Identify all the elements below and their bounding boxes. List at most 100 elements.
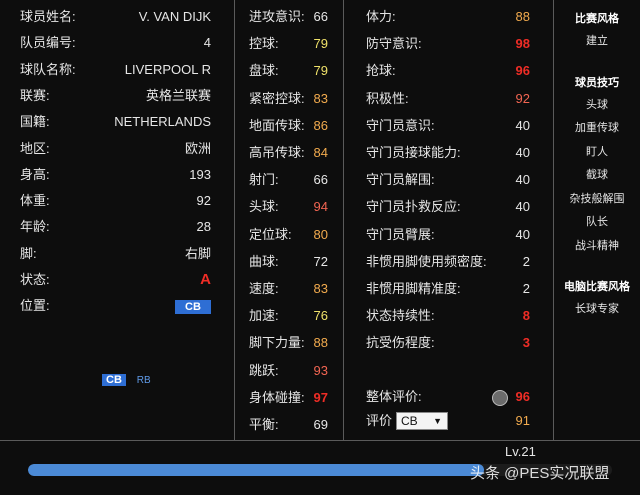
stat-label: 地面传球:	[249, 117, 305, 133]
stat-label: 抢球:	[366, 63, 396, 79]
stat-label: 紧密控球:	[249, 90, 305, 106]
stat-label: 体力:	[366, 9, 396, 24]
stat-value: 8	[522, 308, 530, 324]
profile-value: A	[200, 271, 211, 288]
profile-label: 球队名称:	[20, 61, 76, 77]
stat-value: 40	[515, 199, 530, 215]
stat-row: 守门员解围: 40	[366, 167, 530, 193]
sidebar-skill-item: 加重传球	[575, 122, 619, 134]
stat-value: 66	[313, 9, 328, 24]
stat-row: 盘球: 79	[249, 58, 328, 84]
profile-label: 位置:	[20, 298, 50, 314]
stat-label: 曲球:	[249, 253, 279, 269]
stat-label: 守门员臂展:	[366, 226, 435, 242]
stat-row: 非惯用脚使用频密度: 2	[366, 249, 530, 275]
stat-label: 积极性:	[366, 90, 409, 106]
stat-label: 盘球:	[249, 63, 279, 79]
profile-value: 右脚	[184, 245, 211, 261]
profile-row: 身高: 193	[20, 162, 211, 188]
stat-row: 进攻意识: 66	[249, 4, 328, 30]
stat-label: 防守意识:	[366, 36, 422, 52]
stat-value: 84	[313, 145, 328, 160]
sidebar-skill-item: 杂技般解围	[569, 192, 625, 205]
profile-label: 球员姓名:	[20, 9, 76, 24]
stat-value: 2	[522, 253, 530, 269]
stat-row: 射门: 66	[249, 167, 328, 193]
profile-label: 身高:	[20, 166, 50, 182]
stat-label: 加速:	[249, 308, 279, 324]
stat-label: 跳跃:	[249, 362, 279, 378]
profile-row: 国籍: NETHERLANDS	[20, 109, 211, 135]
stat-row: 速度: 83	[249, 276, 328, 302]
medal-icon	[492, 390, 508, 406]
stat-label: 高吊传球:	[249, 145, 305, 160]
overall-row: 整体评价: 96	[366, 384, 530, 410]
profile-value: 4	[203, 35, 211, 51]
position-minimap: CB RB	[102, 374, 151, 388]
stat-label: 射门:	[249, 172, 279, 188]
stat-value: 40	[515, 172, 530, 188]
stat-value: 98	[515, 36, 530, 52]
profile-value: 28	[196, 219, 211, 235]
stat-label: 进攻意识:	[249, 9, 305, 24]
rating-row: 评价 CB ▼ 91	[366, 408, 530, 434]
stat-label: 守门员接球能力:	[366, 145, 461, 160]
profile-value: 193	[189, 166, 211, 182]
profile-row: 队员编号: 4	[20, 30, 211, 56]
stat-row: 体力: 88	[366, 4, 530, 30]
overall-label: 整体评价:	[366, 389, 422, 404]
sidebar-skill-item: 截球	[586, 169, 608, 181]
position-select[interactable]: CB ▼	[396, 412, 448, 430]
stat-value: 40	[515, 226, 530, 242]
stat-row: 守门员接球能力: 40	[366, 140, 530, 166]
stat-row: 守门员意识: 40	[366, 113, 530, 139]
minimap-primary-position: CB	[102, 374, 126, 386]
sidebar-skill-item: 盯人	[586, 145, 608, 158]
stat-value: 40	[515, 117, 530, 133]
rating-value: 91	[515, 413, 530, 428]
sidebar-skill-item: 建立	[586, 35, 608, 47]
stat-value: 88	[313, 335, 328, 351]
stat-value: 96	[515, 63, 530, 79]
stat-value: 86	[313, 117, 328, 133]
rating-label: 评价	[366, 413, 393, 428]
position-badge: CB	[175, 300, 211, 315]
profile-value: LIVERPOOL R	[124, 61, 211, 77]
stat-label: 速度:	[249, 281, 279, 296]
position-select-value: CB	[401, 414, 418, 428]
column-divider-2	[343, 0, 344, 440]
column-divider-1	[234, 0, 235, 440]
stat-value: 69	[313, 417, 328, 432]
stat-row: 地面传球: 86	[249, 113, 328, 139]
stat-value: 79	[313, 63, 328, 79]
level-label: Lv.21	[505, 444, 536, 459]
stat-row: 守门员臂展: 40	[366, 222, 530, 248]
stat-value: 66	[313, 172, 328, 188]
profile-label: 脚:	[20, 245, 37, 261]
stat-row: 头球: 94	[249, 194, 328, 220]
profile-row: 地区: 欧洲	[20, 136, 211, 162]
stat-row: 抢球: 96	[366, 58, 530, 84]
sidebar-skill-item: 队长	[586, 216, 608, 228]
stat-label: 抗受伤程度:	[366, 335, 435, 351]
stat-row: 状态持续性: 8	[366, 303, 530, 329]
experience-progress-fill	[28, 464, 484, 476]
stat-label: 守门员解围:	[366, 172, 435, 188]
stat-row: 守门员扑救反应: 40	[366, 194, 530, 220]
profile-row: 体重: 92	[20, 188, 211, 214]
profile-label: 队员编号:	[20, 35, 76, 51]
sidebar-section-title: 球员技巧	[575, 76, 619, 89]
stat-row: 高吊传球: 84	[249, 140, 328, 166]
profile-label: 联赛:	[20, 87, 50, 103]
stat-row: 曲球: 72	[249, 249, 328, 275]
profile-row: 联赛: 英格兰联赛	[20, 83, 211, 109]
profile-row: 状态: A	[20, 267, 211, 293]
profile-value: 92	[196, 193, 211, 209]
chevron-down-icon: ▼	[433, 416, 442, 426]
sidebar-section-title: 比赛风格	[575, 13, 619, 25]
stat-label: 身体碰撞:	[249, 389, 305, 405]
stat-value: 3	[522, 335, 530, 351]
stat-row: 定位球: 80	[249, 222, 328, 248]
profile-value: 欧洲	[184, 140, 211, 156]
stat-label: 控球:	[249, 36, 279, 52]
